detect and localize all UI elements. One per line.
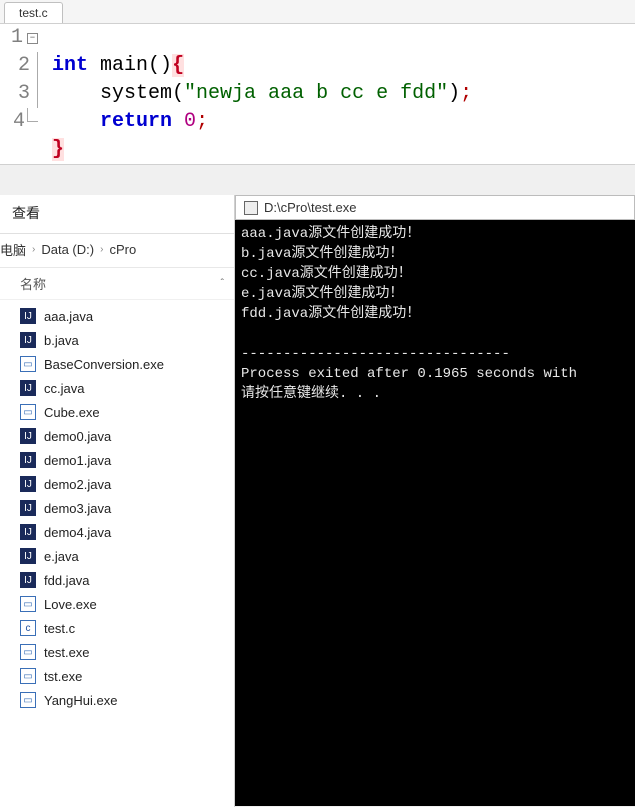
line-gutter: 1− 2 3 4	[0, 24, 44, 164]
file-row[interactable]: ▭ YangHui.exe	[0, 688, 234, 712]
file-name: demo3.java	[44, 501, 111, 516]
java-file-icon: IJ	[20, 476, 36, 492]
breadcrumb-item[interactable]: cPro	[109, 242, 136, 257]
file-row[interactable]: c test.c	[0, 616, 234, 640]
sort-caret-icon: ˆ	[221, 278, 224, 289]
file-row[interactable]: ▭ test.exe	[0, 640, 234, 664]
console-window: D:\cPro\test.exe aaa.java源文件创建成功！ b.java…	[235, 195, 635, 807]
code-content[interactable]: int main(){ system("newja aaa b cc e fdd…	[44, 24, 472, 164]
chevron-right-icon: ›	[32, 244, 35, 255]
file-name: e.java	[44, 549, 79, 564]
exe-file-icon: ▭	[20, 644, 36, 660]
file-row[interactable]: IJ demo3.java	[0, 496, 234, 520]
exe-file-icon: ▭	[20, 356, 36, 372]
java-file-icon: IJ	[20, 308, 36, 324]
file-name: cc.java	[44, 381, 84, 396]
file-name: demo4.java	[44, 525, 111, 540]
file-name: test.c	[44, 621, 75, 636]
code-editor: test.c 1− 2 3 4 int main(){ system("newj…	[0, 0, 635, 165]
chevron-right-icon: ›	[100, 244, 103, 255]
console-output[interactable]: aaa.java源文件创建成功！ b.java源文件创建成功！ cc.java源…	[235, 220, 635, 806]
file-name: BaseConversion.exe	[44, 357, 164, 372]
exe-file-icon: ▭	[20, 404, 36, 420]
file-name: demo0.java	[44, 429, 111, 444]
file-row[interactable]: IJ demo0.java	[0, 424, 234, 448]
file-name: aaa.java	[44, 309, 93, 324]
java-file-icon: IJ	[20, 548, 36, 564]
java-file-icon: IJ	[20, 572, 36, 588]
file-row[interactable]: ▭ Cube.exe	[0, 400, 234, 424]
console-icon	[244, 201, 258, 215]
java-file-icon: IJ	[20, 500, 36, 516]
file-row[interactable]: IJ b.java	[0, 328, 234, 352]
editor-tab-bar: test.c	[0, 0, 635, 24]
breadcrumb-item[interactable]: 电脑	[0, 240, 26, 259]
file-row[interactable]: IJ aaa.java	[0, 304, 234, 328]
file-name: YangHui.exe	[44, 693, 117, 708]
console-title: D:\cPro\test.exe	[264, 200, 356, 215]
breadcrumb: 电脑 › Data (D:) › cPro	[0, 233, 234, 268]
file-name: Love.exe	[44, 597, 97, 612]
java-file-icon: IJ	[20, 380, 36, 396]
file-explorer: 查看 电脑 › Data (D:) › cPro 名称 ˆ IJ aaa.java…	[0, 195, 235, 807]
file-list: IJ aaa.java IJ b.java ▭ BaseConversion.exe IJ c…	[0, 300, 234, 716]
column-header-name[interactable]: 名称 ˆ	[0, 268, 234, 300]
c-file-icon: c	[20, 620, 36, 636]
file-row[interactable]: ▭ tst.exe	[0, 664, 234, 688]
file-row[interactable]: IJ e.java	[0, 544, 234, 568]
file-row[interactable]: IJ fdd.java	[0, 568, 234, 592]
breadcrumb-item[interactable]: Data (D:)	[41, 242, 94, 257]
console-titlebar[interactable]: D:\cPro\test.exe	[235, 195, 635, 220]
java-file-icon: IJ	[20, 332, 36, 348]
file-row[interactable]: IJ demo2.java	[0, 472, 234, 496]
file-name: demo1.java	[44, 453, 111, 468]
java-file-icon: IJ	[20, 428, 36, 444]
file-name: demo2.java	[44, 477, 111, 492]
exe-file-icon: ▭	[20, 692, 36, 708]
exe-file-icon: ▭	[20, 668, 36, 684]
file-name: fdd.java	[44, 573, 90, 588]
file-row[interactable]: ▭ Love.exe	[0, 592, 234, 616]
file-row[interactable]: IJ demo1.java	[0, 448, 234, 472]
file-row[interactable]: IJ demo4.java	[0, 520, 234, 544]
file-row[interactable]: IJ cc.java	[0, 376, 234, 400]
file-name: tst.exe	[44, 669, 82, 684]
file-name: Cube.exe	[44, 405, 100, 420]
exe-file-icon: ▭	[20, 596, 36, 612]
editor-tab[interactable]: test.c	[4, 2, 63, 23]
file-name: b.java	[44, 333, 79, 348]
code-area[interactable]: 1− 2 3 4 int main(){ system("newja aaa b…	[0, 24, 635, 164]
file-name: test.exe	[44, 645, 90, 660]
fold-minus-icon[interactable]: −	[27, 33, 38, 44]
file-row[interactable]: ▭ BaseConversion.exe	[0, 352, 234, 376]
java-file-icon: IJ	[20, 524, 36, 540]
java-file-icon: IJ	[20, 452, 36, 468]
explorer-view-label[interactable]: 查看	[0, 195, 234, 233]
